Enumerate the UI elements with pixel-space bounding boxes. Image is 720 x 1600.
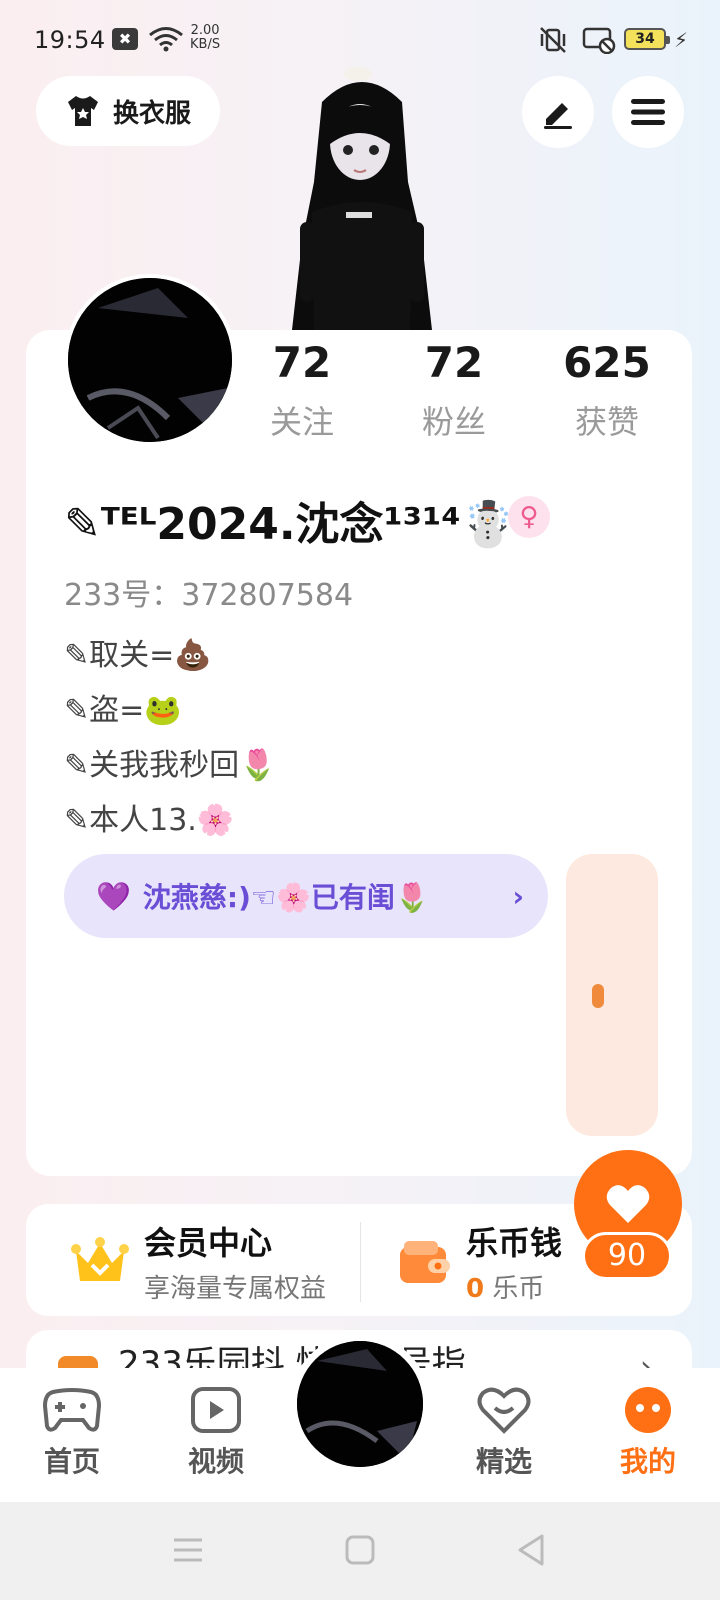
charging-icon: ⚡ <box>674 28 689 52</box>
stat-fans[interactable]: 72 粉丝 <box>384 338 524 443</box>
hamburger-menu-icon <box>631 99 665 125</box>
smiley-face-icon <box>625 1387 671 1433</box>
like-count-badge: 90 <box>582 1232 672 1280</box>
network-speed-value: 2.00 <box>190 23 220 38</box>
avatar-character[interactable] <box>282 62 442 330</box>
wallet-coin-unit: 乐币 <box>492 1274 545 1304</box>
nav-featured[interactable]: 精选 <box>444 1386 564 1480</box>
stat-following-value: 72 <box>272 338 332 387</box>
bio-line: ✎本人13.🌸 <box>64 803 235 838</box>
wifi-icon <box>149 27 183 52</box>
nav-mine-label: 我的 <box>619 1445 676 1478</box>
member-center-title: 会员中心 <box>144 1224 273 1262</box>
nav-home[interactable]: 首页 <box>12 1386 132 1480</box>
profile-avatar[interactable] <box>64 274 236 446</box>
gamepad-icon <box>43 1388 101 1432</box>
stat-likes[interactable]: 625 获赞 <box>537 338 677 443</box>
stat-fans-label: 粉丝 <box>421 403 486 441</box>
notification-icon: ✖ <box>112 28 138 50</box>
user-id[interactable]: 233号：372807584 <box>64 570 353 614</box>
edit-profile-button[interactable] <box>522 76 594 148</box>
cast-off-icon <box>582 27 616 54</box>
pencil-icon <box>544 103 572 129</box>
status-time: 19:54 <box>34 26 106 54</box>
network-speed-unit: KB/S <box>190 37 221 52</box>
female-gender-icon: ♀ <box>508 496 550 538</box>
stat-fans-value: 72 <box>424 338 484 387</box>
chevron-right-icon: › <box>512 879 524 913</box>
menu-button[interactable] <box>612 76 684 148</box>
vibrate-mute-icon <box>540 27 566 53</box>
wallet-coin-count: 0 <box>466 1274 485 1304</box>
side-panel-marker <box>592 984 604 1008</box>
network-speed: 2.00 KB/S <box>190 24 220 52</box>
member-center-subtitle: 享海量专属权益 <box>144 1274 327 1304</box>
change-outfit-label: 换衣服 <box>112 98 191 129</box>
stat-likes-label: 获赞 <box>574 403 639 441</box>
member-center-entry[interactable]: 会员中心 享海量专属权益 <box>70 1218 326 1305</box>
bio-line: ✎盗=🐸 <box>64 693 182 728</box>
bio-line: ✎关我我秒回🌷 <box>64 748 277 783</box>
relationship-text: 沈燕慈:)☜🌸已有闺🌷 <box>142 881 430 914</box>
nav-mine[interactable]: 我的 <box>588 1386 708 1480</box>
wallet-title: 乐币钱 <box>466 1224 563 1262</box>
nav-video-label: 视频 <box>187 1445 244 1478</box>
back-icon[interactable] <box>512 1530 552 1570</box>
change-outfit-button[interactable]: 换衣服 <box>36 76 220 146</box>
nickname: ✎ᵀᴱᴸ2024.沈念¹³¹⁴☃️ <box>64 499 516 550</box>
video-play-icon <box>191 1387 241 1433</box>
bio-line: ✎取关=💩 <box>64 638 212 673</box>
nav-center-avatar-button[interactable] <box>290 1334 430 1474</box>
nav-featured-label: 精选 <box>475 1445 532 1478</box>
wallet-entry[interactable]: 乐币钱 0 乐币 <box>398 1218 562 1305</box>
heart-icon <box>606 1185 650 1223</box>
wallet-icon <box>400 1240 450 1283</box>
avatar-image <box>68 278 232 442</box>
recent-apps-icon[interactable] <box>168 1530 208 1570</box>
battery-indicator: 34 <box>624 28 670 50</box>
nav-home-label: 首页 <box>43 1445 100 1478</box>
stat-following-label: 关注 <box>269 403 334 441</box>
wallet-balance: 0 乐币 <box>466 1268 562 1305</box>
home-icon[interactable] <box>340 1530 380 1570</box>
purple-heart-icon: 💜 <box>96 879 131 913</box>
tshirt-icon <box>67 96 98 126</box>
heart-outline-icon <box>477 1387 531 1434</box>
divider <box>360 1222 361 1302</box>
stat-likes-value: 625 <box>563 338 651 387</box>
relationship-tag[interactable]: 💜 沈燕慈:)☜🌸已有闺🌷 › <box>64 854 548 938</box>
nav-center-avatar <box>297 1341 423 1467</box>
crown-icon <box>71 1236 129 1281</box>
stat-following[interactable]: 72 关注 <box>232 338 372 443</box>
nav-video[interactable]: 视频 <box>156 1386 276 1480</box>
avatar-image <box>297 1341 423 1467</box>
side-panel[interactable] <box>566 854 658 1136</box>
